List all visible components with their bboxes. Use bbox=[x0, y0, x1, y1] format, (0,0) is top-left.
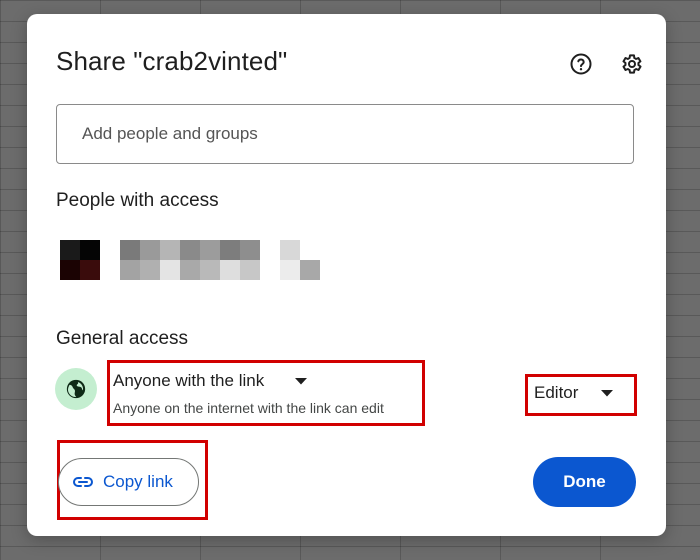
done-button[interactable]: Done bbox=[533, 457, 636, 507]
role-selected: Editor bbox=[534, 383, 579, 402]
caret-down-icon bbox=[601, 390, 613, 397]
general-access-selected: Anyone with the link bbox=[113, 371, 265, 390]
globe-badge bbox=[55, 368, 97, 410]
general-access-heading: General access bbox=[56, 328, 189, 349]
copy-link-label: Copy link bbox=[103, 472, 173, 491]
share-dialog: Share "crab2vinted" People with access bbox=[27, 14, 666, 536]
globe-icon bbox=[66, 379, 86, 399]
gear-icon bbox=[622, 54, 642, 74]
general-access-description: Anyone on the internet with the link can… bbox=[113, 400, 384, 416]
copy-link-button[interactable]: Copy link bbox=[58, 458, 199, 506]
general-access-dropdown[interactable]: Anyone with the link Anyone on the inter… bbox=[107, 360, 425, 426]
avatar bbox=[60, 240, 100, 280]
help-button[interactable] bbox=[567, 50, 595, 78]
redacted-user-info bbox=[120, 240, 320, 280]
help-circle-icon bbox=[570, 53, 592, 75]
role-dropdown[interactable]: Editor bbox=[525, 374, 637, 416]
link-icon bbox=[73, 477, 93, 487]
add-people-input[interactable] bbox=[56, 104, 634, 164]
dialog-title: Share "crab2vinted" bbox=[56, 46, 288, 76]
settings-button[interactable] bbox=[617, 50, 645, 78]
caret-down-icon bbox=[295, 378, 307, 385]
people-with-access-heading: People with access bbox=[56, 190, 219, 211]
